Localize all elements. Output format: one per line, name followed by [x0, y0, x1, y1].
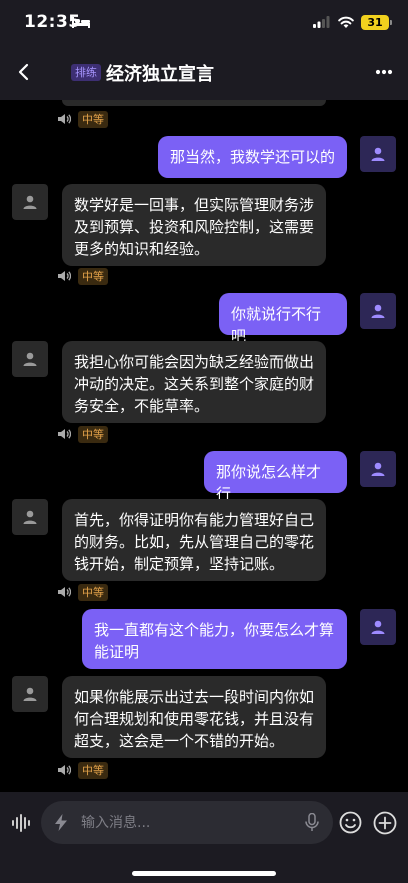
message-meta: 中等: [57, 583, 108, 601]
user-message-bubble[interactable]: 那当然，我数学还可以的: [158, 136, 347, 178]
bot-avatar-icon: [23, 195, 37, 209]
cellular-signal-icon: [313, 16, 330, 28]
voice-waveform-icon[interactable]: [11, 812, 33, 834]
bot-avatar-icon: [23, 352, 37, 366]
sleep-focus-icon: [72, 17, 90, 28]
message-meta: 中等: [57, 110, 108, 128]
bot-message-bubble[interactable]: 数学好是一回事，但实际管理财务涉及到预算、投资和风险控制，这需要更多的知识和经验…: [62, 184, 326, 266]
more-options-icon[interactable]: [372, 68, 396, 76]
bot-message-bubble[interactable]: 首先，你得证明你有能力管理好自己的财务。比如，先从管理自己的零花钱开始，制定预算…: [62, 499, 326, 581]
speaker-icon[interactable]: [57, 112, 71, 126]
rehearsal-tag: 排练: [71, 64, 101, 81]
page-title: 经济独立宣言: [106, 64, 214, 85]
input-bar: [0, 792, 408, 883]
bot-avatar[interactable]: [12, 676, 48, 712]
back-chevron-icon[interactable]: [14, 60, 36, 84]
speaker-icon[interactable]: [57, 427, 71, 441]
user-avatar-icon: [371, 147, 385, 161]
message-input-container[interactable]: [41, 801, 333, 844]
user-message-bubble[interactable]: 你就说行不行吧: [219, 293, 347, 345]
level-tag: 中等: [78, 110, 108, 128]
level-tag: 中等: [78, 267, 108, 285]
speaker-icon[interactable]: [57, 269, 71, 283]
chat-message-list[interactable]: 中等 那当然，我数学还可以的 数学好是一回事，但实际管理财务涉及到预算、投资和风…: [0, 100, 408, 792]
add-plus-icon[interactable]: [373, 811, 397, 835]
bot-avatar[interactable]: [12, 341, 48, 377]
level-tag: 中等: [78, 583, 108, 601]
user-message-bubble[interactable]: 我一直都有这个能力，你要怎么才算能证明: [82, 609, 347, 669]
user-message-bubble[interactable]: 那你说怎么样才行: [204, 451, 347, 503]
message-meta: 中等: [57, 267, 108, 285]
speaker-icon[interactable]: [57, 585, 71, 599]
bot-avatar[interactable]: [12, 499, 48, 535]
bot-message-bubble[interactable]: 我担心你可能会因为缺乏经验而做出冲动的决定。这关系到整个家庭的财务安全，不能草率…: [62, 341, 326, 423]
user-avatar[interactable]: [360, 293, 396, 329]
message-meta: 中等: [57, 425, 108, 443]
home-indicator[interactable]: [132, 871, 276, 876]
user-avatar[interactable]: [360, 609, 396, 645]
microphone-icon[interactable]: [305, 813, 319, 832]
lightning-bolt-icon[interactable]: [54, 814, 68, 831]
level-tag: 中等: [78, 761, 108, 779]
bot-avatar[interactable]: [12, 184, 48, 220]
level-tag: 中等: [78, 425, 108, 443]
partial-bot-bubble: [62, 100, 326, 106]
bot-avatar-icon: [23, 687, 37, 701]
user-avatar-icon: [371, 462, 385, 476]
user-avatar[interactable]: [360, 136, 396, 172]
user-avatar[interactable]: [360, 451, 396, 487]
bot-message-bubble[interactable]: 如果你能展示出过去一段时间内你如何合理规划和使用零花钱，并且没有超支，这会是一个…: [62, 676, 326, 758]
user-avatar-icon: [371, 304, 385, 318]
wifi-icon: [338, 16, 354, 28]
battery-cap: [390, 20, 392, 25]
nav-bar: 排练 经济独立宣言: [0, 46, 408, 100]
bot-avatar-icon: [23, 510, 37, 524]
message-meta: 中等: [57, 761, 108, 779]
user-avatar-icon: [371, 620, 385, 634]
emoji-icon[interactable]: [339, 811, 362, 834]
speaker-icon[interactable]: [57, 763, 71, 777]
status-bar: 12:35 31: [0, 0, 408, 46]
message-input[interactable]: [81, 801, 291, 844]
battery-indicator: 31: [361, 15, 389, 30]
